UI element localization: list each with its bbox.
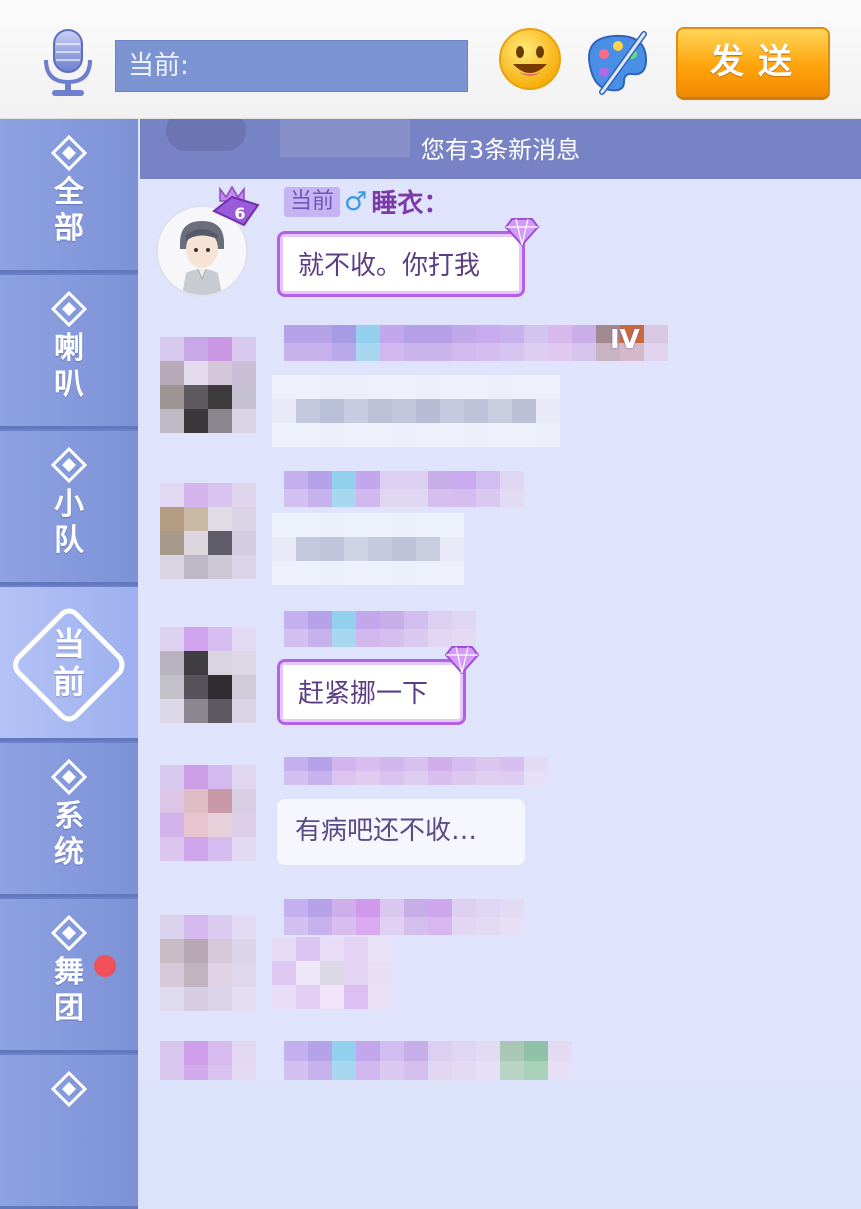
obscured-username [284,611,476,647]
username-colon: ： [423,189,450,219]
tab-system[interactable]: 系统 [0,743,138,897]
obscured-username [284,899,524,935]
tab-label: 喇叭 [54,331,84,402]
username[interactable]: 睡衣 [371,183,423,220]
obscured-avatar [160,765,256,861]
tab-label: 系统 [54,799,84,870]
chat-message-list[interactable]: 您有3条新消息 6 当前 ♂ 睡衣： 就不收。你打我 IV 赶紧挪一下 有病吧还… [138,119,861,1080]
tab-current[interactable]: 当前 [0,587,138,741]
obscured-username [284,757,548,785]
message-text: 赶紧挪一下 [298,679,429,709]
tab-team[interactable]: 小队 [0,431,138,585]
tab-dance-group[interactable]: 舞团 [0,899,138,1053]
diamond-icon [51,447,87,483]
message-bubble[interactable]: 有病吧还不收… [277,799,525,865]
tab-all[interactable]: 全部 [0,119,138,273]
palette-icon[interactable] [580,26,654,98]
notification-dot [94,955,116,977]
obscured-avatar [160,915,256,1011]
obscured-avatar [160,337,256,433]
male-gender-icon: ♂ [344,186,368,217]
obscured-message-bubble [272,937,392,1009]
channel-tag: 当前 [284,186,341,217]
diamond-icon [51,291,87,327]
message-text: 有病吧还不收… [295,816,478,846]
tab-label: 全部 [54,175,84,246]
level-badge-text: IV [610,325,640,355]
message-bubble[interactable]: 就不收。你打我 [277,231,525,297]
tab-label: 小队 [54,487,84,558]
microphone-icon[interactable] [40,28,96,100]
sender-line: 当前 ♂ 睡衣： [284,183,450,220]
new-messages-text: 您有3条新消息 [420,136,581,164]
tab-label: 当前 [52,625,85,701]
diamond-icon [51,1071,87,1107]
obscured-bubble [280,119,410,157]
chat-input-bar: 当前: 发送 [0,0,861,119]
obscured-avatar [160,1041,256,1080]
obscured-message-bubble [272,375,560,447]
obscured-avatar [160,483,256,579]
diamond-icon [51,759,87,795]
diamond-icon [51,135,87,171]
diamond-gem-icon [444,646,480,675]
obscured-username [284,471,524,507]
send-button[interactable]: 发送 [676,27,830,97]
new-messages-banner[interactable]: 您有3条新消息 [140,119,861,179]
vip-level-text: 6 [234,204,245,223]
message-text: 就不收。你打我 [298,251,481,281]
diamond-icon [51,915,87,951]
tab-horn[interactable]: 喇叭 [0,275,138,429]
channel-prefix: 当前: [128,51,189,81]
tab-label: 舞团 [54,955,84,1026]
message-bubble[interactable]: 赶紧挪一下 [277,659,466,725]
obscured-username [284,1041,572,1080]
tab-more[interactable] [0,1055,138,1209]
obscured-avatar [160,627,256,723]
vip-level-badge: 6 [210,183,262,227]
emoji-icon[interactable] [497,26,563,92]
obscured-avatar [166,119,246,151]
diamond-gem-icon [504,218,540,247]
obscured-message-bubble [272,513,464,585]
chat-input-field[interactable]: 当前: [115,40,468,92]
channel-sidebar: 全部 喇叭 小队 当前 系统 舞团 [0,119,138,1209]
